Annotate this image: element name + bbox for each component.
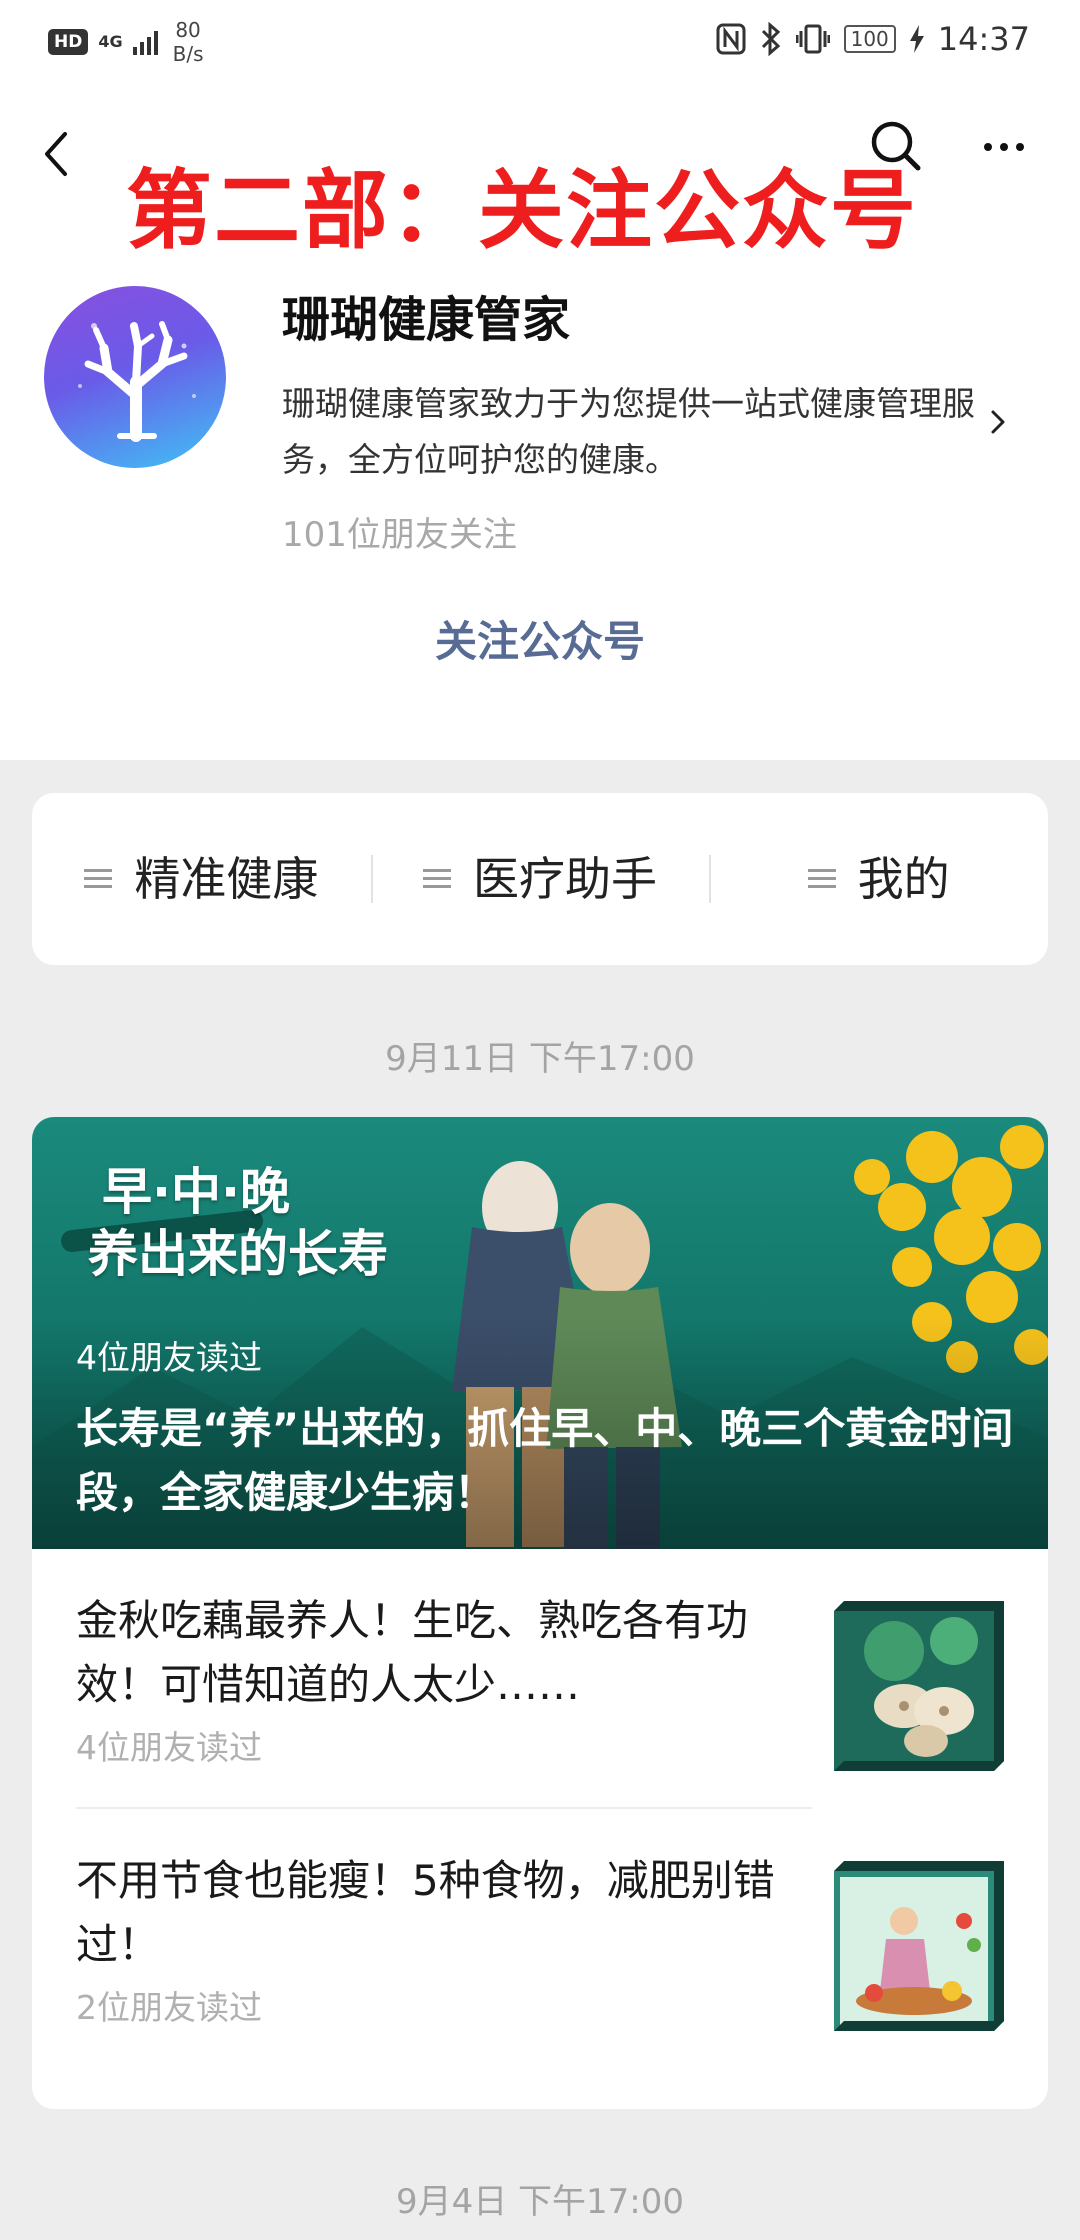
speed-value: 80 — [175, 18, 201, 42]
account-menu-bar: 精准健康 医疗助手 我的 — [32, 793, 1048, 965]
clock: 14:37 — [937, 20, 1030, 58]
network-type: 4G — [98, 32, 123, 51]
overlay-annotation-title: 第二部：关注公众号 — [126, 161, 918, 261]
cover-article-title: 长寿是“养”出来的，抓住早、中、晚三个黄金时间段，全家健康少生病！ — [76, 1404, 1014, 1517]
cover-headline: 早·中·晚 养出来的长寿 — [88, 1161, 388, 1285]
hd-badge: HD — [48, 29, 89, 55]
cover-headline-line: 养出来的长寿 — [88, 1225, 388, 1283]
lotus-root-thumbnail — [834, 1601, 1004, 1771]
menu-item-label: 精准健康 — [134, 852, 319, 906]
cover-headline-line: 早·中·晚 — [102, 1163, 290, 1221]
more-dot — [1016, 143, 1024, 151]
menu-item-medical-assistant[interactable]: 医疗助手 — [370, 852, 710, 906]
cover-read-count: 4位朋友读过 — [76, 1338, 262, 1377]
account-header: 第二部：关注公众号 珊瑚健康管家 珊瑚健康管家致力于为您提供一站式健康管理服务，… — [0, 80, 1080, 760]
charging-icon — [909, 25, 924, 53]
chevron-right-icon[interactable] — [988, 402, 1010, 442]
account-name: 珊瑚健康管家 — [282, 292, 571, 348]
nfc-icon — [716, 23, 746, 55]
article-group-card: 早·中·晚 养出来的长寿 4位朋友读过 长寿是“养”出来的，抓住早、中、晚三个黄… — [32, 1117, 1048, 2109]
article-read-count: 4位朋友读过 — [76, 1728, 262, 1767]
menu-item-label: 医疗助手 — [473, 852, 657, 906]
cover-article[interactable]: 早·中·晚 养出来的长寿 4位朋友读过 长寿是“养”出来的，抓住早、中、晚三个黄… — [32, 1117, 1048, 1549]
follower-count: 101位朋友关注 — [282, 515, 517, 555]
article-row[interactable]: 金秋吃藕最养人！生吃、熟吃各有功效！可惜知道的人太少…… 4位朋友读过 — [32, 1549, 1048, 1807]
more-dot — [984, 143, 992, 151]
status-left: HD 4G 80 B/s — [48, 18, 204, 66]
account-description[interactable]: 珊瑚健康管家致力于为您提供一站式健康管理服务，全方位呵护您的健康。 — [282, 376, 982, 488]
network-speed: 80 B/s — [173, 18, 204, 66]
menu-list-icon — [423, 867, 451, 891]
menu-list-icon — [84, 867, 113, 891]
battery-indicator: 100 — [843, 25, 896, 53]
article-title: 不用节食也能瘦！5种食物，减肥别错过！ — [76, 1856, 775, 1969]
status-right: 100 14:37 — [716, 20, 1030, 58]
more-options-button[interactable] — [974, 122, 1034, 172]
menu-list-icon — [807, 867, 836, 891]
follow-button[interactable]: 关注公众号 — [0, 610, 1080, 674]
speed-unit: B/s — [172, 42, 204, 66]
article-title: 金秋吃藕最养人！生吃、熟吃各有功效！可惜知道的人太少…… — [76, 1596, 749, 1709]
feed-date-label: 9月11日 下午17:00 — [385, 1039, 695, 1079]
diet-foods-thumbnail — [834, 1861, 1004, 2031]
back-button[interactable] — [36, 124, 76, 184]
menu-item-precision-health[interactable]: 精准健康 — [32, 852, 371, 906]
bluetooth-icon — [761, 22, 780, 56]
status-bar: HD 4G 80 B/s 100 14:37 — [0, 0, 1080, 80]
feed-date-label: 9月4日 下午17:00 — [395, 2182, 685, 2222]
article-read-count: 2位朋友读过 — [76, 1988, 262, 2027]
article-row[interactable]: 不用节食也能瘦！5种食物，减肥别错过！ 2位朋友读过 — [32, 1809, 1048, 2067]
account-avatar[interactable] — [44, 286, 226, 468]
menu-item-mine[interactable]: 我的 — [709, 852, 1048, 906]
menu-item-label: 我的 — [857, 852, 950, 906]
coral-logo-icon — [78, 321, 196, 442]
back-arrow-icon — [45, 132, 67, 176]
signal-icon — [132, 31, 158, 55]
more-dot — [1000, 143, 1008, 151]
vibrate-icon — [795, 24, 830, 54]
